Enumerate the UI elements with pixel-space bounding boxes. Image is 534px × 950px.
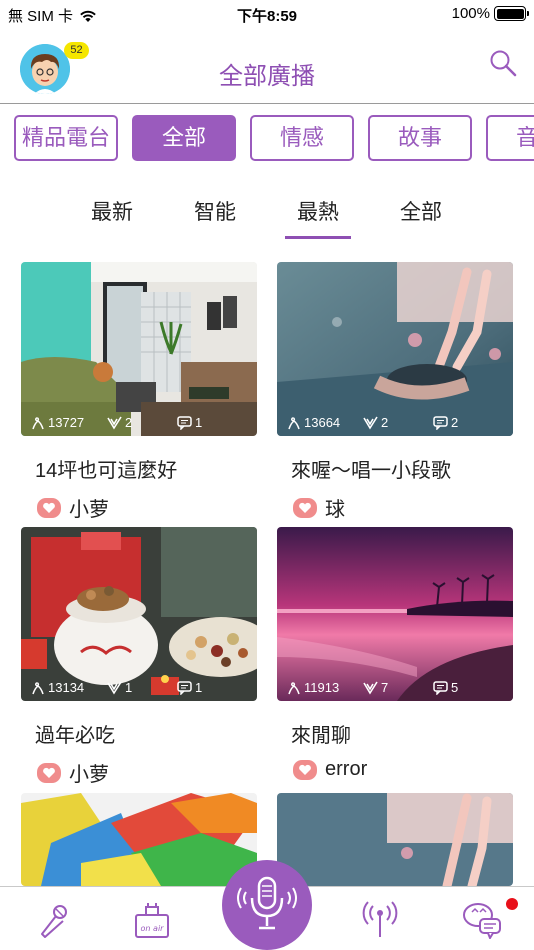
category-music[interactable]: 音 [486, 115, 534, 161]
tab-smart[interactable]: 智能 [175, 196, 255, 226]
page-title: 全部廣播 [219, 63, 315, 90]
card-thumbnail[interactable]: 13134 1 1 [21, 527, 257, 701]
heart-chat-icon [37, 762, 61, 783]
card-title: 過年必吃 [35, 725, 115, 747]
microphone-sing-icon[interactable] [36, 901, 72, 939]
like-count: 1 [107, 680, 132, 695]
chat-bubbles-icon[interactable] [462, 901, 502, 939]
listener-icon [32, 681, 44, 694]
like-count: 2 [363, 415, 388, 430]
card-author[interactable]: 球 [293, 493, 513, 522]
listen-count: 13664 [287, 415, 340, 430]
broadcast-card[interactable] [21, 793, 257, 886]
new-year-snacks-image [21, 527, 257, 701]
heart-chat-icon [293, 497, 317, 518]
comment-icon [177, 680, 192, 695]
comment-icon [433, 415, 448, 430]
card-thumbnail[interactable]: 13727 2 1 [21, 262, 257, 436]
relaxing-girl-image [277, 793, 513, 886]
category-premium-radio[interactable]: 精品電台 [14, 115, 118, 161]
broadcast-card[interactable]: 13664 2 2 來喔～唱一小段歌 球 [277, 262, 513, 522]
comment-icon [433, 680, 448, 695]
author-name: 小萝 [69, 764, 109, 786]
battery-percent: 100% [451, 5, 490, 22]
record-button[interactable] [222, 860, 312, 950]
card-thumbnail[interactable]: 13664 2 2 [277, 262, 513, 436]
comment-count: 5 [433, 680, 458, 695]
listener-icon [288, 416, 300, 429]
like-count: 2 [107, 415, 132, 430]
like-icon [363, 416, 378, 430]
relaxing-girl-image [277, 262, 513, 436]
tab-all[interactable]: 全部 [381, 196, 461, 226]
card-author[interactable]: error [293, 758, 513, 781]
comment-icon [177, 415, 192, 430]
card-title: 14坪也可這麼好 [35, 460, 178, 482]
listen-count: 11913 [287, 680, 339, 695]
record-mic-icon [237, 876, 297, 930]
living-room-image [21, 262, 257, 436]
card-thumbnail[interactable] [277, 793, 513, 886]
sunset-beach-image [277, 527, 513, 701]
listener-icon [288, 681, 300, 694]
author-name: 小萝 [69, 499, 109, 521]
tab-newest[interactable]: 最新 [72, 196, 152, 226]
listener-icon [32, 416, 44, 429]
broadcast-card[interactable]: 13727 2 1 14坪也可這麼好 小萝 [21, 262, 257, 522]
like-icon [363, 681, 378, 695]
listen-count: 13727 [31, 415, 84, 430]
battery-icon [494, 6, 529, 21]
sort-tabs: 最新 智能 最熱 全部 [0, 190, 534, 240]
broadcast-card[interactable]: 11913 7 5 來閒聊 error [277, 527, 513, 781]
category-emotion[interactable]: 情感 [250, 115, 354, 161]
card-thumbnail[interactable]: 11913 7 5 [277, 527, 513, 701]
category-all[interactable]: 全部 [132, 115, 236, 161]
card-author[interactable]: 小萝 [37, 758, 257, 787]
card-title: 來閒聊 [291, 725, 351, 747]
listen-count: 13134 [31, 680, 84, 695]
active-tab-indicator [285, 236, 351, 239]
status-bar: 無 SIM 卡 下午8:59 100% [0, 0, 534, 28]
umbrellas-image [21, 793, 257, 886]
heart-chat-icon [293, 759, 317, 780]
heart-chat-icon [37, 497, 61, 518]
on-air-icon[interactable]: on air [134, 901, 170, 939]
tab-hottest[interactable]: 最熱 [278, 196, 358, 226]
card-title: 來喔～唱一小段歌 [291, 460, 451, 482]
category-story[interactable]: 故事 [368, 115, 472, 161]
card-thumbnail[interactable] [21, 793, 257, 886]
author-name: 球 [325, 499, 345, 521]
search-icon[interactable] [488, 48, 518, 78]
comment-count: 2 [433, 415, 458, 430]
broadcast-card[interactable]: 13134 1 1 過年必吃 小萝 [21, 527, 257, 787]
status-right: 100% [451, 5, 529, 22]
card-author[interactable]: 小萝 [37, 493, 257, 522]
category-bar: 精品電台 全部 情感 故事 音 [0, 114, 534, 164]
like-icon [107, 681, 122, 695]
app-header: 52 全部廣播 [0, 28, 534, 104]
broadcast-antenna-icon[interactable] [362, 901, 398, 939]
author-name: error [325, 758, 368, 780]
like-count: 7 [363, 680, 388, 695]
broadcast-card[interactable] [277, 793, 513, 886]
svg-text:on air: on air [141, 924, 165, 933]
like-icon [107, 416, 122, 430]
comment-count: 1 [177, 680, 202, 695]
comment-count: 1 [177, 415, 202, 430]
notification-dot [506, 898, 518, 910]
